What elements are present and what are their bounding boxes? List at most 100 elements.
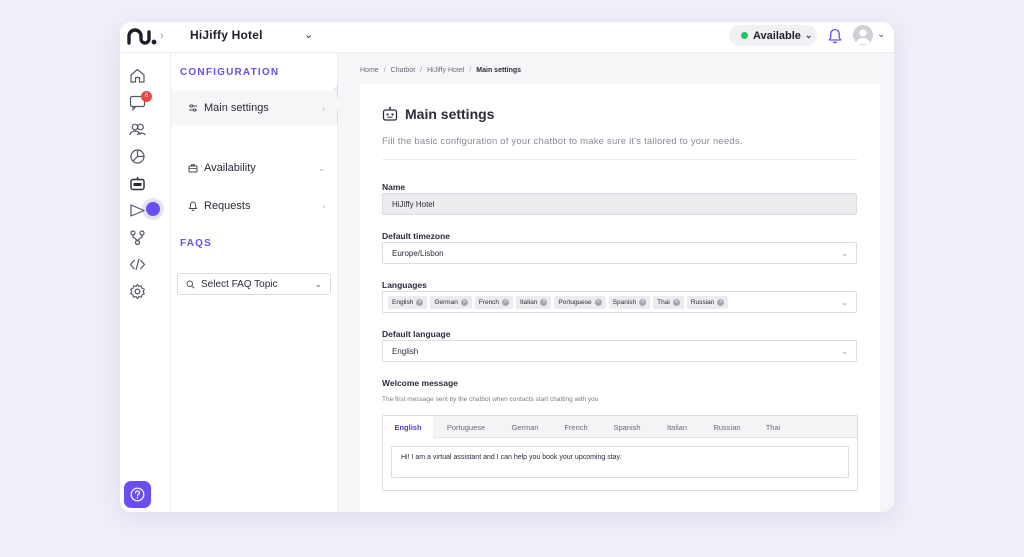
tab-spanish[interactable]: Spanish xyxy=(601,416,653,438)
faqs-section-title: FAQS xyxy=(180,238,213,249)
availability-status-label: Available xyxy=(753,29,801,42)
language-chip[interactable]: Spanish × xyxy=(608,295,651,309)
tab-english[interactable]: English xyxy=(383,416,433,438)
language-chip[interactable]: Russian × xyxy=(686,295,729,309)
language-chip[interactable]: French × xyxy=(474,295,514,309)
sliders-icon xyxy=(189,104,197,112)
faq-topic-select[interactable]: Select FAQ Topic ⌄ xyxy=(177,273,331,295)
language-chip[interactable]: English × xyxy=(388,295,428,309)
name-field[interactable]: HiJiffy Hotel xyxy=(382,193,857,215)
users-icon[interactable] xyxy=(129,121,146,138)
language-chip[interactable]: Portuguese × xyxy=(554,295,606,309)
help-button[interactable] xyxy=(124,481,151,508)
bell-icon xyxy=(188,201,198,211)
bot-icon[interactable] xyxy=(129,175,146,192)
remove-chip-icon[interactable]: × xyxy=(717,298,725,306)
language-chip[interactable]: German × xyxy=(430,295,472,309)
settings-icon[interactable] xyxy=(129,283,146,300)
question-icon xyxy=(130,487,145,502)
welcome-message-input[interactable]: Hi! I am a virtual assistant and I can h… xyxy=(391,446,849,478)
app-window: › HiJiffy Hotel ⌄ Available ⌄ ⌄ 6 CONFIG… xyxy=(120,22,894,512)
tab-french[interactable]: French xyxy=(551,416,601,438)
languages-multiselect[interactable]: English × German × French × Italian × Portug… xyxy=(382,291,857,313)
breadcrumb-chatbot[interactable]: Chatbot xyxy=(391,67,416,74)
configuration-section-title: CONFIGURATION xyxy=(180,67,280,78)
remove-chip-icon[interactable]: × xyxy=(672,298,680,306)
name-value: HiJiffy Hotel xyxy=(392,199,435,209)
nav-item-availability[interactable]: Availability ⌄ xyxy=(171,151,337,185)
tab-german[interactable]: German xyxy=(499,416,551,438)
language-chip[interactable]: Italian × xyxy=(516,295,552,309)
configuration-nav: CONFIGURATION Main settings › Availabili… xyxy=(171,53,376,512)
chevron-down-icon: ⌄ xyxy=(314,278,322,289)
avatar[interactable] xyxy=(853,25,873,45)
main-settings-card: Main settings Fill the basic configurati… xyxy=(360,84,880,512)
default-language-value: English xyxy=(392,346,419,356)
code-icon[interactable] xyxy=(129,256,146,273)
faq-select-label: Select FAQ Topic xyxy=(201,278,278,290)
briefcase-icon xyxy=(188,164,198,173)
tab-thai[interactable]: Thai xyxy=(753,416,793,438)
collapse-chevron-icon[interactable]: › xyxy=(160,30,164,42)
breadcrumb-hotel[interactable]: HiJiffy Hotel xyxy=(427,67,464,74)
language-chip[interactable]: Thai × xyxy=(653,295,684,309)
welcome-message-editor: English Portuguese German French Spanish… xyxy=(382,415,858,491)
campaign-icon[interactable] xyxy=(129,202,146,219)
remove-chip-icon[interactable]: × xyxy=(502,298,510,306)
page-title-text: Main settings xyxy=(405,106,495,122)
page-title: Main settings xyxy=(382,106,494,122)
chevron-right-icon: › xyxy=(322,103,325,113)
main-content: Home / Chatbot / HiJiffy Hotel / Main settings… xyxy=(338,53,894,512)
top-bar: › HiJiffy Hotel ⌄ Available ⌄ ⌄ xyxy=(120,22,894,53)
remove-chip-icon[interactable]: × xyxy=(416,298,424,306)
home-icon[interactable] xyxy=(129,67,146,84)
remove-chip-icon[interactable]: × xyxy=(639,298,647,306)
chevron-right-icon: › xyxy=(322,201,325,211)
tab-portuguese[interactable]: Portuguese xyxy=(433,416,499,438)
status-dot-icon xyxy=(741,32,748,39)
nav-item-label: Main settings xyxy=(204,102,269,114)
timezone-select[interactable]: Europe/Lisbon ⌄ xyxy=(382,242,857,264)
chevron-down-icon[interactable]: ⌄ xyxy=(304,28,313,41)
hijiffy-logo-icon[interactable] xyxy=(126,26,160,48)
name-label: Name xyxy=(382,182,406,192)
nav-item-label: Availability xyxy=(204,162,256,174)
languages-label: Languages xyxy=(382,280,427,290)
remove-chip-icon[interactable]: × xyxy=(540,298,548,306)
page-description: Fill the basic configuration of your cha… xyxy=(382,136,743,147)
unread-badge: 6 xyxy=(141,91,152,102)
analytics-icon[interactable] xyxy=(129,148,146,165)
bot-icon xyxy=(382,106,398,121)
tab-italian[interactable]: Italian xyxy=(653,416,701,438)
remove-chip-icon[interactable]: × xyxy=(594,298,602,306)
language-tabs: English Portuguese German French Spanish… xyxy=(383,416,857,438)
organization-name[interactable]: HiJiffy Hotel xyxy=(190,28,263,42)
user-avatar-icon xyxy=(856,29,870,44)
divider xyxy=(382,159,858,160)
timezone-value: Europe/Lisbon xyxy=(392,248,444,258)
icon-sidebar: 6 xyxy=(120,53,171,512)
nav-item-requests[interactable]: Requests › xyxy=(171,189,337,223)
search-icon xyxy=(186,280,195,289)
remove-chip-icon[interactable]: × xyxy=(460,298,468,306)
chevron-down-icon: ⌄ xyxy=(318,163,325,173)
chevron-down-icon[interactable]: ⌄ xyxy=(877,29,885,40)
bell-icon[interactable] xyxy=(828,28,842,44)
breadcrumb-home[interactable]: Home xyxy=(360,67,379,74)
availability-status-dropdown[interactable]: Available ⌄ xyxy=(729,25,817,46)
breadcrumb: Home / Chatbot / HiJiffy Hotel / Main settings xyxy=(360,67,522,74)
chevron-down-icon: ⌄ xyxy=(841,346,848,356)
tab-russian[interactable]: Russian xyxy=(701,416,753,438)
welcome-message-label: Welcome message xyxy=(382,378,458,388)
welcome-message-hint: The first message sent by the chatbot wh… xyxy=(382,396,599,403)
chevron-down-icon: ⌄ xyxy=(841,297,848,307)
breadcrumb-current: Main settings xyxy=(476,67,522,74)
chevron-down-icon: ⌄ xyxy=(841,248,848,258)
default-language-select[interactable]: English ⌄ xyxy=(382,340,857,362)
timezone-label: Default timezone xyxy=(382,231,451,241)
chevron-down-icon: ⌄ xyxy=(804,30,813,40)
nav-item-label: Requests xyxy=(204,200,251,212)
default-language-label: Default language xyxy=(382,329,451,339)
nav-item-main-settings[interactable]: Main settings › xyxy=(171,91,337,125)
integrations-icon[interactable] xyxy=(129,229,146,246)
